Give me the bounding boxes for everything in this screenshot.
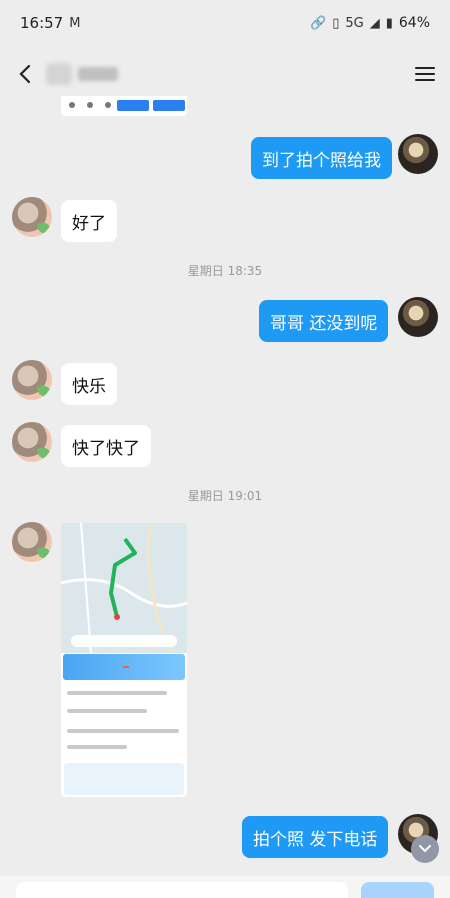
notification-icon: M (69, 15, 81, 31)
message-bubble-incoming[interactable]: 快了快了 (61, 425, 151, 467)
peer-avatar[interactable] (12, 360, 52, 400)
status-bar: 16:57 M 🔗 ▯ 5G ◢ ▮ 64% (0, 0, 450, 46)
blurred-avatar (46, 63, 72, 85)
status-left: 16:57 M (20, 14, 80, 32)
hamburger-menu-icon[interactable] (414, 63, 436, 85)
message-timestamp: 星期日 19:01 (187, 489, 263, 503)
blurred-name (78, 67, 118, 81)
map-thumbnail (61, 523, 187, 653)
image-card (64, 763, 184, 795)
chat-header (0, 46, 450, 102)
chat-area[interactable]: 到了拍个照给我 好了 星期日 18:35 哥哥 还没到呢 快乐 快了快了 星期日… (0, 96, 450, 876)
peer-avatar[interactable] (12, 422, 52, 462)
image-text-line (67, 729, 179, 733)
my-avatar[interactable] (398, 297, 438, 337)
input-bar (0, 876, 450, 898)
message-bubble-incoming[interactable]: 好了 (61, 200, 117, 242)
battery-level: 64% (398, 15, 430, 31)
image-message[interactable] (61, 523, 187, 797)
message-bubble-outgoing[interactable]: 拍个照 发下电话 (242, 816, 389, 858)
status-time: 16:57 (20, 14, 64, 32)
message-bubble-outgoing[interactable]: 到了拍个照给我 (251, 137, 392, 179)
message-bubble-incoming[interactable]: 快乐 (61, 363, 117, 405)
image-text-line (67, 745, 127, 749)
image-banner (63, 654, 185, 680)
image-message-partial[interactable] (61, 96, 187, 116)
vibrate-icon: ▯ (332, 15, 340, 31)
image-dot (69, 102, 75, 108)
message-input[interactable] (16, 882, 348, 898)
network-label: 5G (345, 15, 364, 31)
peer-avatar[interactable] (12, 522, 52, 562)
message-bubble-outgoing[interactable]: 哥哥 还没到呢 (259, 300, 389, 342)
link-icon: 🔗 (310, 15, 327, 31)
signal-icon: ◢ (369, 15, 380, 31)
image-dot (87, 102, 93, 108)
status-right: 🔗 ▯ 5G ◢ ▮ 64% (310, 15, 430, 31)
image-text-line (67, 709, 147, 713)
chevron-down-icon (419, 845, 431, 853)
my-avatar[interactable] (398, 134, 438, 174)
image-dot (105, 102, 111, 108)
image-button (153, 100, 185, 111)
image-button (117, 100, 149, 111)
chevron-left-icon[interactable] (14, 63, 36, 85)
image-text-line (67, 691, 167, 695)
scroll-down-button[interactable] (411, 835, 439, 863)
peer-avatar[interactable] (12, 197, 52, 237)
battery-icon: ▮ (385, 15, 393, 31)
send-button[interactable] (361, 882, 434, 898)
contact-name-blurred[interactable] (46, 63, 118, 85)
message-timestamp: 星期日 18:35 (187, 264, 263, 278)
image-banner-tag (123, 666, 129, 668)
